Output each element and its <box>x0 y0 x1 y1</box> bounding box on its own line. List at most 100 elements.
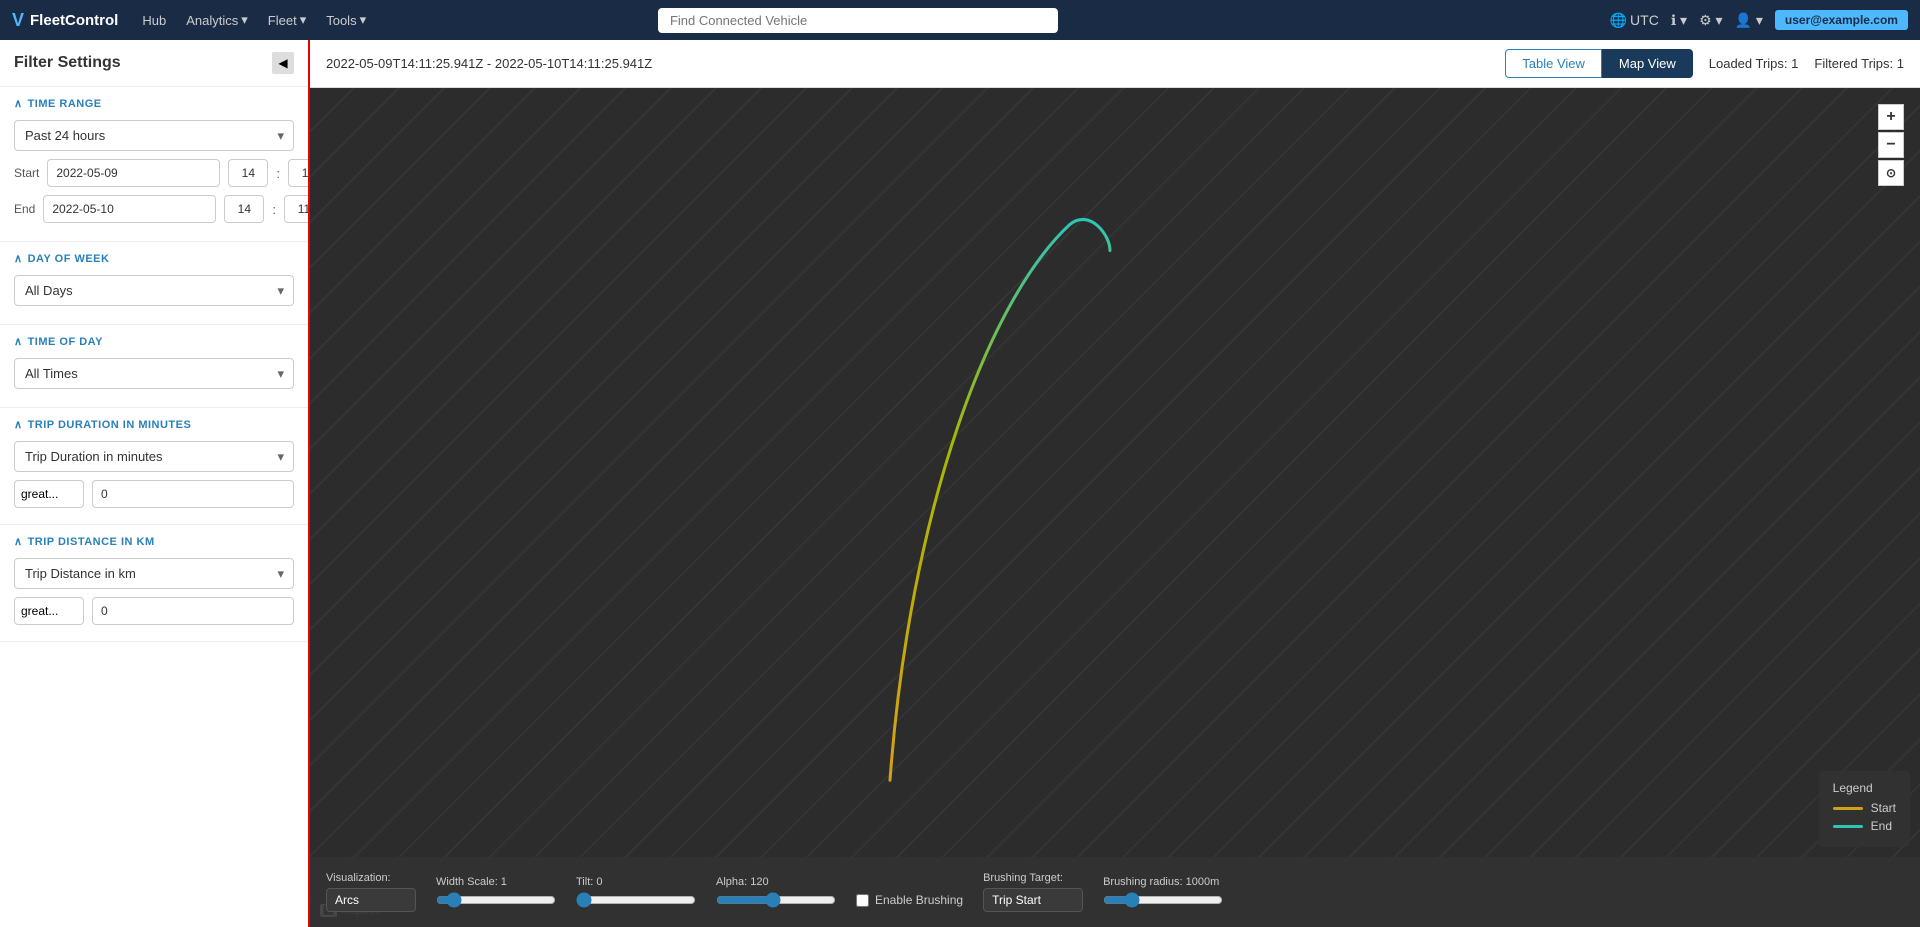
width-scale-slider[interactable] <box>436 892 556 908</box>
end-date-input[interactable] <box>43 195 216 223</box>
trip-distance-header[interactable]: ∧ TRIP DISTANCE IN KM <box>14 535 294 548</box>
trip-distance-filter-row: great... less... equal... <box>14 597 294 625</box>
nav-links: Hub Analytics ▾ Fleet ▾ Tools ▾ <box>134 8 374 32</box>
trip-duration-header[interactable]: ∧ TRIP DURATION IN MINUTES <box>14 418 294 431</box>
trip-distance-section: ∧ TRIP DISTANCE IN KM Trip Distance in k… <box>0 525 308 642</box>
time-range-section: ∧ TIME RANGE Past 24 hours Past 7 days C… <box>0 87 308 242</box>
visualization-label: Visualization: <box>326 872 416 884</box>
tools-dropdown-icon: ▾ <box>360 12 367 28</box>
start-date-row: Start : <box>14 159 294 187</box>
fleet-dropdown-icon: ▾ <box>300 12 307 28</box>
day-of-week-chevron-icon: ∧ <box>14 252 23 265</box>
trip-duration-filter-row: great... less... equal... <box>14 480 294 508</box>
time-range-label: TIME RANGE <box>28 98 102 110</box>
zoom-in-button[interactable]: + <box>1878 104 1904 130</box>
tilt-slider-wrap <box>576 892 696 908</box>
legend-end-item: End <box>1833 819 1896 833</box>
sidebar-collapse-button[interactable]: ◀ <box>272 52 294 74</box>
zoom-reset-button[interactable]: ⊙ <box>1878 160 1904 186</box>
trip-duration-field-select[interactable]: Trip Duration in minutes <box>14 441 294 472</box>
globe-icon[interactable]: 🌐 UTC <box>1610 12 1659 29</box>
top-navigation: V FleetControl Hub Analytics ▾ Fleet ▾ T… <box>0 0 1920 40</box>
time-of-day-header[interactable]: ∧ TIME OF DAY <box>14 335 294 348</box>
nav-analytics[interactable]: Analytics ▾ <box>178 8 256 32</box>
end-hour-input[interactable] <box>224 195 264 223</box>
sidebar: Filter Settings ◀ ∧ TIME RANGE Past 24 h… <box>0 40 310 927</box>
enable-brushing-label[interactable]: Enable Brushing <box>856 893 963 907</box>
map-background: + − ⊙ Legend Start End <box>310 88 1920 927</box>
sub-header: 2022-05-09T14:11:25.941Z - 2022-05-10T14… <box>310 40 1920 88</box>
user-badge[interactable]: user@example.com <box>1775 10 1908 30</box>
date-range-text: 2022-05-09T14:11:25.941Z - 2022-05-10T14… <box>326 56 1489 71</box>
visualization-select[interactable]: Arcs Lines Points <box>326 888 416 912</box>
nav-fleet[interactable]: Fleet ▾ <box>260 8 314 32</box>
main-layout: Filter Settings ◀ ∧ TIME RANGE Past 24 h… <box>0 40 1920 927</box>
day-of-week-select[interactable]: All Days Weekdays Weekends <box>14 275 294 306</box>
time-separator-start: : <box>276 166 280 181</box>
app-logo[interactable]: V FleetControl <box>12 10 118 31</box>
filtered-trips: Filtered Trips: 1 <box>1814 56 1904 71</box>
legend-start-line <box>1833 807 1863 810</box>
time-of-day-select[interactable]: All Times Morning Afternoon Evening <box>14 358 294 389</box>
search-input[interactable] <box>658 8 1058 33</box>
time-separator-end: : <box>272 202 276 217</box>
map-view-button[interactable]: Map View <box>1602 49 1693 78</box>
alpha-slider[interactable] <box>716 892 836 908</box>
zoom-out-button[interactable]: − <box>1878 132 1904 158</box>
trip-duration-value-input[interactable] <box>92 480 294 508</box>
day-of-week-section: ∧ DAY OF WEEK All Days Weekdays Weekends <box>0 242 308 325</box>
time-of-day-section: ∧ TIME OF DAY All Times Morning Afternoo… <box>0 325 308 408</box>
trip-duration-comparator-select[interactable]: great... less... equal... <box>14 480 84 508</box>
time-range-select-wrap: Past 24 hours Past 7 days Custom <box>14 120 294 151</box>
nav-tools[interactable]: Tools ▾ <box>318 8 374 32</box>
trip-distance-comparator-select[interactable]: great... less... equal... <box>14 597 84 625</box>
tilt-slider[interactable] <box>576 892 696 908</box>
app-name: FleetControl <box>30 12 118 29</box>
enable-brushing-checkbox[interactable] <box>856 894 869 907</box>
start-minute-input[interactable] <box>288 159 310 187</box>
legend-end-label: End <box>1871 819 1892 833</box>
legend-start-item: Start <box>1833 801 1896 815</box>
map-zoom-controls: + − ⊙ <box>1878 104 1904 186</box>
loaded-trips: Loaded Trips: 1 <box>1709 56 1799 71</box>
brushing-radius-label: Brushing radius: 1000m <box>1103 876 1223 888</box>
day-of-week-header[interactable]: ∧ DAY OF WEEK <box>14 252 294 265</box>
table-view-button[interactable]: Table View <box>1505 49 1602 78</box>
tilt-label: Tilt: 0 <box>576 876 696 888</box>
content-area: 2022-05-09T14:11:25.941Z - 2022-05-10T14… <box>310 40 1920 927</box>
brushing-target-label: Brushing Target: <box>983 872 1083 884</box>
brushing-radius-slider[interactable] <box>1103 892 1223 908</box>
nav-hub[interactable]: Hub <box>134 9 174 32</box>
time-of-day-chevron-icon: ∧ <box>14 335 23 348</box>
day-of-week-select-wrap: All Days Weekdays Weekends <box>14 275 294 306</box>
tilt-control: Tilt: 0 <box>576 876 696 908</box>
start-date-input[interactable] <box>47 159 220 187</box>
brushing-radius-slider-wrap <box>1103 892 1223 908</box>
map-container[interactable]: + − ⊙ Legend Start End <box>310 88 1920 927</box>
info-icon[interactable]: ℹ ▾ <box>1671 12 1687 29</box>
trip-distance-field-select[interactable]: Trip Distance in km <box>14 558 294 589</box>
end-label: End <box>14 202 35 216</box>
time-of-day-label: TIME OF DAY <box>28 336 103 348</box>
day-of-week-label: DAY OF WEEK <box>28 253 110 265</box>
start-hour-input[interactable] <box>228 159 268 187</box>
brushing-target-select[interactable]: Trip Start Trip End Both <box>983 888 1083 912</box>
trip-distance-value-input[interactable] <box>92 597 294 625</box>
enable-brushing-control: Enable Brushing <box>856 877 963 907</box>
time-of-day-select-wrap: All Times Morning Afternoon Evening <box>14 358 294 389</box>
trip-arc-svg <box>310 88 1920 927</box>
alpha-slider-wrap <box>716 892 836 908</box>
search-container <box>658 8 1058 33</box>
analytics-dropdown-icon: ▾ <box>241 12 248 28</box>
trip-duration-label: TRIP DURATION IN MINUTES <box>28 419 192 431</box>
legend-title: Legend <box>1833 781 1896 795</box>
width-scale-label: Width Scale: 1 <box>436 876 556 888</box>
trip-counts: Loaded Trips: 1 Filtered Trips: 1 <box>1709 56 1904 71</box>
settings-icon[interactable]: ⚙ ▾ <box>1699 12 1722 29</box>
end-minute-input[interactable] <box>284 195 310 223</box>
time-range-select[interactable]: Past 24 hours Past 7 days Custom <box>14 120 294 151</box>
user-icon[interactable]: 👤 ▾ <box>1735 12 1763 29</box>
time-range-header[interactable]: ∧ TIME RANGE <box>14 97 294 110</box>
sidebar-header: Filter Settings ◀ <box>0 40 308 87</box>
filter-settings-title: Filter Settings <box>14 54 121 72</box>
